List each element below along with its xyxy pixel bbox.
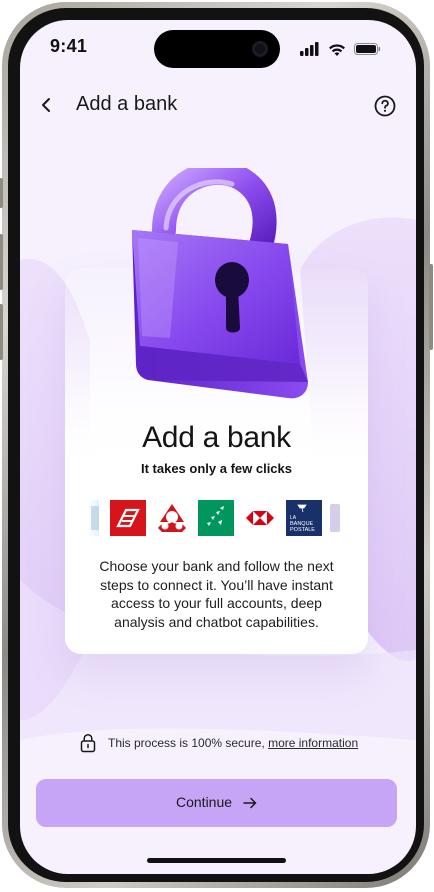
question-circle-icon[interactable] [373,94,397,118]
security-text: This process is 100% secure, more inform… [108,736,358,750]
arrow-right-icon [243,797,257,809]
bnp-paribas-logo[interactable] [198,500,234,536]
volume-up-button [0,234,3,290]
dynamic-island [154,30,280,68]
page-title: Add a bank [76,93,178,115]
more-information-link[interactable]: more information [268,736,358,750]
chevron-left-icon[interactable] [36,93,60,117]
signal-icon [300,42,319,56]
status-icons [300,42,381,56]
svg-text:POSTALE: POSTALE [290,527,315,533]
padlock-illustration [132,168,308,399]
caisse-epargne-logo[interactable] [110,500,146,536]
credit-agricole-logo[interactable] [154,500,190,536]
bank-logo-partial-left[interactable] [88,500,99,536]
status-time: 9:41 [50,36,88,56]
card-description: Choose your bank and follow the next ste… [99,558,334,630]
security-notice: This process is 100% secure, more inform… [80,733,370,755]
battery-icon [354,43,381,55]
lock-icon [80,733,96,753]
continue-button[interactable]: Continue [36,779,397,827]
card-title: Add a bank [142,421,291,454]
power-button [429,264,433,350]
home-indicator[interactable] [147,858,286,863]
hsbc-logo[interactable] [242,500,278,536]
security-statement: This process is 100% secure, [108,736,269,750]
wifi-icon [329,44,345,56]
action-button [0,178,3,208]
la-banque-postale-logo[interactable]: LA BANQUE POSTALE [286,500,322,536]
continue-label: Continue [176,794,233,810]
card-subtitle: It takes only a few clicks [140,461,293,476]
bank-logo-carousel[interactable]: LA BANQUE POSTALE [88,500,346,538]
bank-logo-partial-right[interactable] [330,500,344,536]
front-camera [252,41,268,57]
volume-down-button [0,304,3,360]
